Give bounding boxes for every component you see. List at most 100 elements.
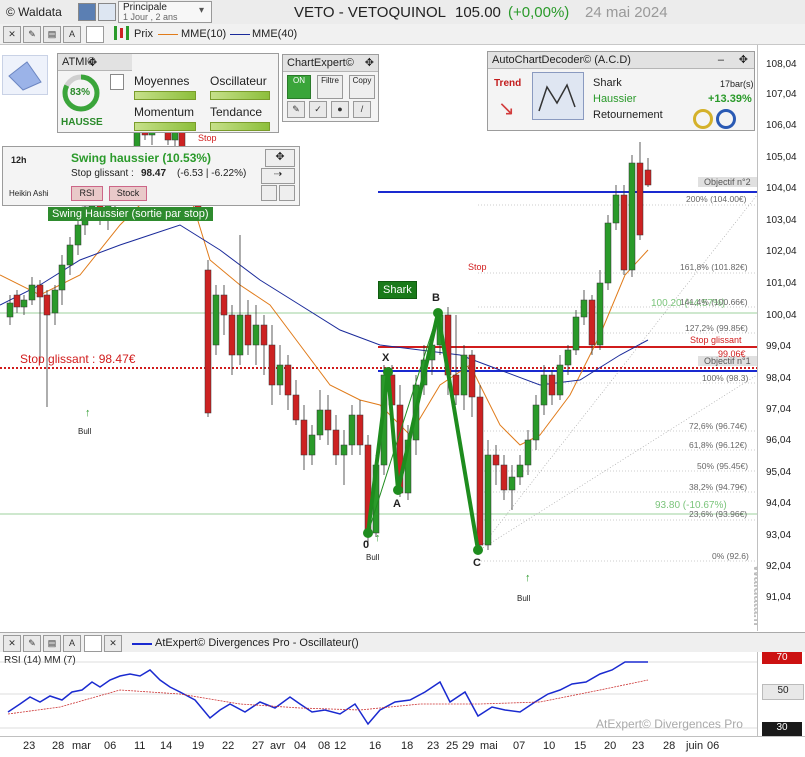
time-axis: 23 28 mar 06 11 14 19 22 27 avr 04 08 12 16 18 23 25 29 ma…	[0, 736, 805, 757]
candle-body	[13, 294, 21, 308]
tools-icon[interactable]: ✕	[3, 635, 21, 652]
minimize-icon[interactable]: –	[718, 52, 724, 68]
mme10-line	[0, 184, 649, 446]
candle-body	[484, 454, 492, 546]
drawing-shape-panel[interactable]	[2, 55, 48, 95]
mme10-line-swatch	[158, 34, 178, 35]
quote-date: 24 mai 2024	[585, 4, 668, 21]
move-icon[interactable]: ✥	[88, 56, 97, 69]
time-tick-label: avr	[270, 740, 286, 752]
atmi-score: 83%	[70, 87, 91, 98]
oscillateur-bar	[210, 91, 270, 100]
time-tick-label: 15	[574, 740, 587, 752]
ticker-name: VETO - VETOQUINOL	[294, 4, 446, 21]
fib-level-label: 0% (92.6)	[712, 551, 749, 561]
text-icon[interactable]: A	[63, 26, 81, 43]
pattern-point-marker	[473, 545, 483, 555]
mme40-legend[interactable]: MME(40)	[252, 28, 297, 40]
move-icon[interactable]: ✥	[739, 52, 748, 68]
candle-body	[596, 282, 604, 346]
candle-body	[36, 284, 44, 298]
fib-level-label: 72,6% (96.74€)	[689, 421, 748, 431]
chart-mini-icon[interactable]	[261, 185, 277, 201]
price-tick-label: 105,04	[766, 152, 797, 163]
price-chart[interactable]: Stop glissant : 98.47€ Stop Stop Shark X…	[0, 45, 805, 631]
time-tick-label: 20	[604, 740, 617, 752]
time-tick-label: 10	[543, 740, 556, 752]
target-icon[interactable]	[716, 109, 736, 129]
text-icon[interactable]: A	[63, 635, 81, 652]
chart-mini-icon[interactable]	[279, 185, 295, 201]
rsi-button[interactable]: RSI	[71, 186, 103, 201]
close-icon[interactable]: ✕	[104, 635, 122, 652]
oscillator-toolbar: ✕ ✎ ▤ A ✕ AtExpert© Divergences Pro - Os…	[0, 632, 805, 654]
draw-icon[interactable]: ✎	[23, 635, 41, 652]
candle-body	[28, 284, 36, 301]
oscillator-title: AtExpert© Divergences Pro - Oscillateur(…	[155, 637, 359, 649]
stop-glissant-label: Stop glissant : 98.47€	[20, 352, 136, 366]
stock-button[interactable]: Stock	[109, 186, 147, 201]
tool-icon[interactable]: ⇢	[261, 168, 295, 184]
price-legend[interactable]: Prix	[134, 28, 153, 40]
candle-body	[508, 476, 516, 491]
candle-body	[588, 299, 596, 346]
last-price: 105.00	[455, 4, 501, 21]
tools-icon[interactable]: ✕	[3, 26, 21, 43]
note-icon[interactable]	[110, 74, 124, 90]
acd-panel: AutoChartDecoder© (A.C.D) – ✥ Trend ↘ Sh…	[487, 51, 755, 131]
fib-level-label: 127,2% (99.85€)	[685, 323, 748, 333]
chartexpert-panel: ChartExpert© ✥ ON Filtre Copy ✎ ✓ ● /	[282, 54, 379, 122]
layout-icon[interactable]	[98, 3, 116, 21]
target-icon[interactable]	[693, 109, 713, 129]
price-tick-label: 97,04	[766, 404, 792, 415]
chart-icon[interactable]: ▤	[43, 26, 61, 43]
tool-icon[interactable]: ✓	[309, 101, 327, 118]
pattern-point-marker	[383, 367, 393, 377]
candle-body	[516, 464, 524, 478]
time-tick-label: 07	[513, 740, 526, 752]
swing-stop-detail: (-6.53 | -6.22%)	[177, 168, 247, 179]
mme10-legend[interactable]: MME(10)	[181, 28, 226, 40]
chartexpert-copy-button[interactable]: Copy	[349, 75, 375, 99]
title-bar: © Waldata Principale 1 Jour , 2 ans ▾ VE…	[0, 0, 805, 25]
candle-body	[540, 374, 548, 406]
draw-icon[interactable]: ✎	[23, 26, 41, 43]
candle-body	[228, 314, 236, 356]
time-tick-label: mai	[480, 740, 498, 752]
pattern-point-marker	[393, 485, 403, 495]
chart-icon[interactable]: ▤	[43, 635, 61, 652]
chartexpert-filter-button[interactable]: Filtre	[317, 75, 343, 99]
bull-signal: Bull	[366, 553, 380, 562]
shark-pattern-label: Shark	[378, 281, 417, 299]
move-icon[interactable]: ✥	[265, 149, 295, 167]
atmi-label-oscillateur: Oscillateur	[210, 74, 267, 88]
tool-icon[interactable]: /	[353, 101, 371, 118]
book-icon[interactable]	[78, 3, 96, 21]
blank-icon[interactable]	[84, 635, 102, 652]
candle-body	[51, 289, 59, 314]
chartexpert-filter-label: Filtre	[321, 76, 339, 85]
tool-icon[interactable]: ●	[331, 101, 349, 118]
fib-level-label: 23,6% (93.96€)	[689, 509, 748, 519]
candle-body	[452, 374, 460, 396]
price-tick-label: 107,04	[766, 89, 797, 100]
fib-level-label: 100% (98.3)	[702, 373, 749, 383]
price-tick-label: 93,04	[766, 530, 792, 541]
tool-icon[interactable]: ✎	[287, 101, 305, 118]
candle-icon	[120, 28, 123, 38]
candle-icon	[126, 26, 129, 40]
stop-glissant-right-label: Stop glissant	[690, 335, 742, 345]
move-icon[interactable]: ✥	[365, 55, 374, 71]
chartexpert-on-button[interactable]: ON	[287, 75, 311, 99]
time-tick-label: 11	[134, 740, 146, 752]
chartexpert-on-label: ON	[293, 76, 305, 85]
layout-selector[interactable]: Principale 1 Jour , 2 ans ▾	[118, 1, 212, 23]
rsi-panel[interactable]: RSI (14) MM (7) AtExpert© Divergences Pr…	[0, 652, 757, 736]
blank-icon[interactable]	[86, 26, 104, 43]
candle-body	[316, 409, 324, 436]
candle-body	[548, 374, 556, 396]
time-tick-label: 28	[663, 740, 676, 752]
moyennes-bar	[134, 91, 196, 100]
fib-level-label: 200% (104.00€)	[686, 194, 747, 204]
swing-stop-label: Stop glissant :	[71, 168, 134, 179]
